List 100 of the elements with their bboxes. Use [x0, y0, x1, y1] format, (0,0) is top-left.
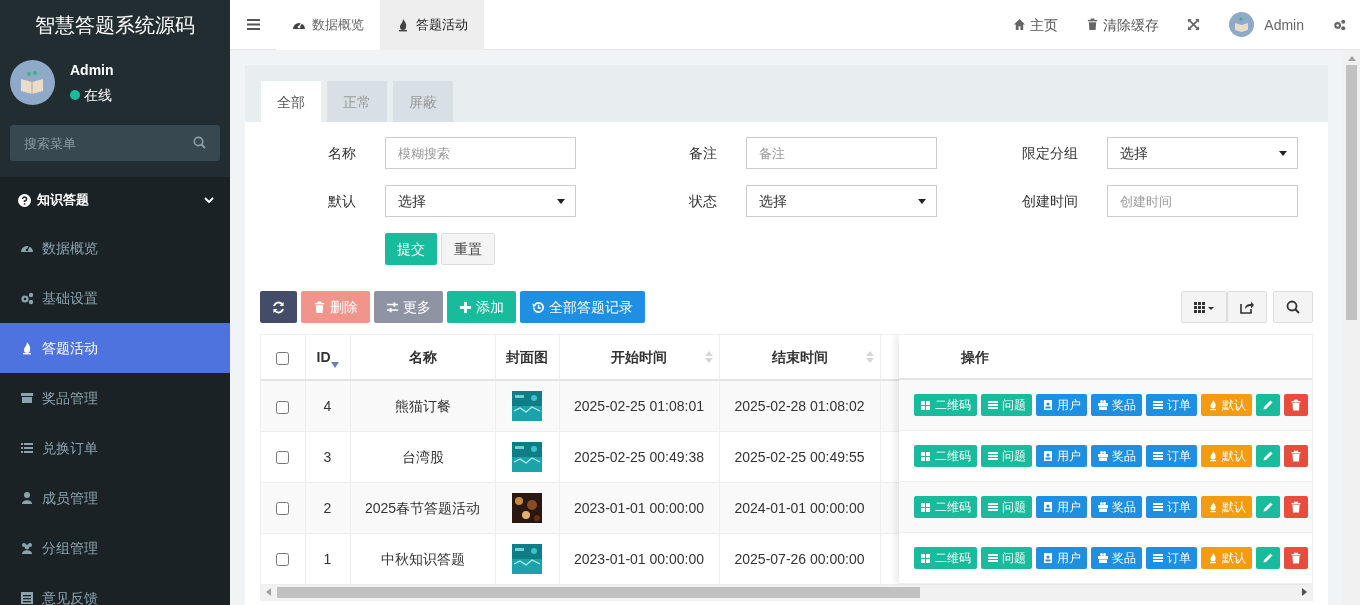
- trash-icon: [313, 300, 326, 314]
- field-label: 默认: [328, 192, 357, 211]
- submit-button[interactable]: 提交: [385, 233, 437, 265]
- delete-button[interactable]: [1284, 394, 1308, 416]
- edit-button[interactable]: [1256, 394, 1280, 416]
- prizes-button[interactable]: 奖品: [1091, 496, 1142, 518]
- export-icon: [1240, 300, 1254, 314]
- delete-button[interactable]: [1284, 496, 1308, 518]
- gift-icon: [1097, 501, 1109, 513]
- answer-records-button[interactable]: 全部答题记录: [520, 291, 645, 323]
- list-icon: [1152, 552, 1164, 564]
- home-link[interactable]: 主页: [999, 0, 1073, 50]
- qrcode-button[interactable]: 二维码: [914, 394, 977, 416]
- app-logo[interactable]: 智慧答题系统源码: [0, 0, 230, 50]
- qrcode-button[interactable]: 二维码: [914, 445, 977, 467]
- list-icon: [1152, 501, 1164, 513]
- delete-button[interactable]: [1284, 547, 1308, 569]
- column-header[interactable]: 结束时间: [771, 349, 828, 365]
- refresh-button[interactable]: [260, 291, 297, 323]
- set-default-button[interactable]: 默认: [1201, 394, 1252, 416]
- set-default-button[interactable]: 默认: [1201, 547, 1252, 569]
- flame-icon: [1207, 501, 1219, 513]
- orders-button[interactable]: 订单: [1146, 547, 1197, 569]
- filter-tab[interactable]: 正常: [327, 81, 387, 122]
- name-cell: 熊猫订餐: [394, 397, 451, 414]
- orders-button[interactable]: 订单: [1146, 496, 1197, 518]
- edit-button[interactable]: [1256, 547, 1280, 569]
- clear-cache-link[interactable]: 清除缓存: [1072, 0, 1174, 50]
- qrcode-button[interactable]: 二维码: [914, 547, 977, 569]
- history-icon: [532, 300, 545, 314]
- field-label: 备注: [689, 144, 718, 163]
- set-default-button[interactable]: 默认: [1201, 496, 1252, 518]
- input-field[interactable]: 创建时间: [1107, 185, 1298, 217]
- help-icon: [18, 193, 31, 207]
- vertical-scrollbar[interactable]: [1343, 50, 1360, 605]
- add-button[interactable]: 添加: [447, 291, 516, 323]
- input-field[interactable]: 模糊搜索: [385, 137, 576, 169]
- search-icon: [1286, 300, 1300, 314]
- prizes-button[interactable]: 奖品: [1091, 445, 1142, 467]
- orders-button[interactable]: 订单: [1146, 394, 1197, 416]
- nav-tab[interactable]: 答题活动: [380, 0, 484, 50]
- users-button[interactable]: 用户: [1036, 496, 1087, 518]
- columns-button[interactable]: [1181, 291, 1227, 323]
- select-field[interactable]: 选择: [1107, 137, 1298, 169]
- delete-button[interactable]: [1284, 445, 1308, 467]
- questions-button[interactable]: 问题: [981, 394, 1032, 416]
- plus-icon: [459, 300, 472, 314]
- search-icon: [193, 136, 206, 149]
- column-header[interactable]: 名称: [408, 349, 437, 365]
- column-header[interactable]: 操作: [961, 346, 989, 367]
- select-all-checkbox[interactable]: [276, 351, 290, 365]
- user-menu[interactable]: Admin: [1214, 0, 1319, 50]
- scroll-up-icon[interactable]: [1347, 56, 1356, 61]
- users-button[interactable]: 用户: [1036, 445, 1087, 467]
- search-field[interactable]: 搜索菜单: [10, 125, 220, 161]
- list-icon: [20, 441, 34, 455]
- export-button[interactable]: [1227, 291, 1267, 323]
- orders-button[interactable]: 订单: [1146, 445, 1197, 467]
- edit-button[interactable]: [1256, 496, 1280, 518]
- qr-grid-icon: [920, 501, 932, 513]
- row-checkbox[interactable]: [276, 400, 290, 414]
- menu-group-label: 知识答题: [37, 191, 90, 210]
- select-field[interactable]: 选择: [746, 185, 937, 217]
- row-checkbox[interactable]: [276, 451, 290, 465]
- row-checkbox[interactable]: [276, 553, 290, 567]
- column-header[interactable]: ID: [316, 348, 331, 365]
- reset-button[interactable]: 重置: [441, 233, 495, 265]
- end-time-cell: 2025-07-26 00:00:00: [734, 550, 865, 567]
- refresh-icon: [272, 300, 285, 314]
- users-icon: [20, 541, 34, 555]
- questions-button[interactable]: 问题: [981, 445, 1032, 467]
- start-time-cell: 2025-02-25 00:49:38: [574, 448, 704, 465]
- users-button[interactable]: 用户: [1036, 394, 1087, 416]
- set-default-button[interactable]: 默认: [1201, 445, 1252, 467]
- questions-button[interactable]: 问题: [981, 547, 1032, 569]
- input-field[interactable]: 备注: [746, 137, 937, 169]
- id-cell: 4: [323, 397, 332, 414]
- select-field[interactable]: 选择: [385, 185, 576, 217]
- caret-icon: [1279, 150, 1287, 156]
- row-checkbox[interactable]: [276, 502, 290, 516]
- gift-icon: [1097, 552, 1109, 564]
- search-button[interactable]: [1273, 291, 1313, 323]
- prizes-button[interactable]: 奖品: [1091, 547, 1142, 569]
- qr-grid-icon: [920, 399, 932, 411]
- questions-button[interactable]: 问题: [981, 496, 1032, 518]
- pencil-icon: [1262, 399, 1274, 411]
- filter-tab[interactable]: 全部: [261, 81, 321, 122]
- contact-card-icon: [1042, 450, 1054, 462]
- qr-grid-icon: [920, 552, 932, 564]
- column-header[interactable]: 封面图: [506, 349, 548, 365]
- filter-tab[interactable]: 屏蔽: [393, 81, 453, 122]
- users-button[interactable]: 用户: [1036, 547, 1087, 569]
- prizes-button[interactable]: 奖品: [1091, 394, 1142, 416]
- qrcode-button[interactable]: 二维码: [914, 496, 977, 518]
- fullscreen-icon: [1187, 18, 1201, 31]
- edit-button[interactable]: [1256, 445, 1280, 467]
- list-icon: [1152, 399, 1164, 411]
- column-header[interactable]: 开始时间: [611, 349, 667, 365]
- sliders-icon: [386, 300, 399, 314]
- menu-item[interactable]: 答题活动: [0, 323, 230, 373]
